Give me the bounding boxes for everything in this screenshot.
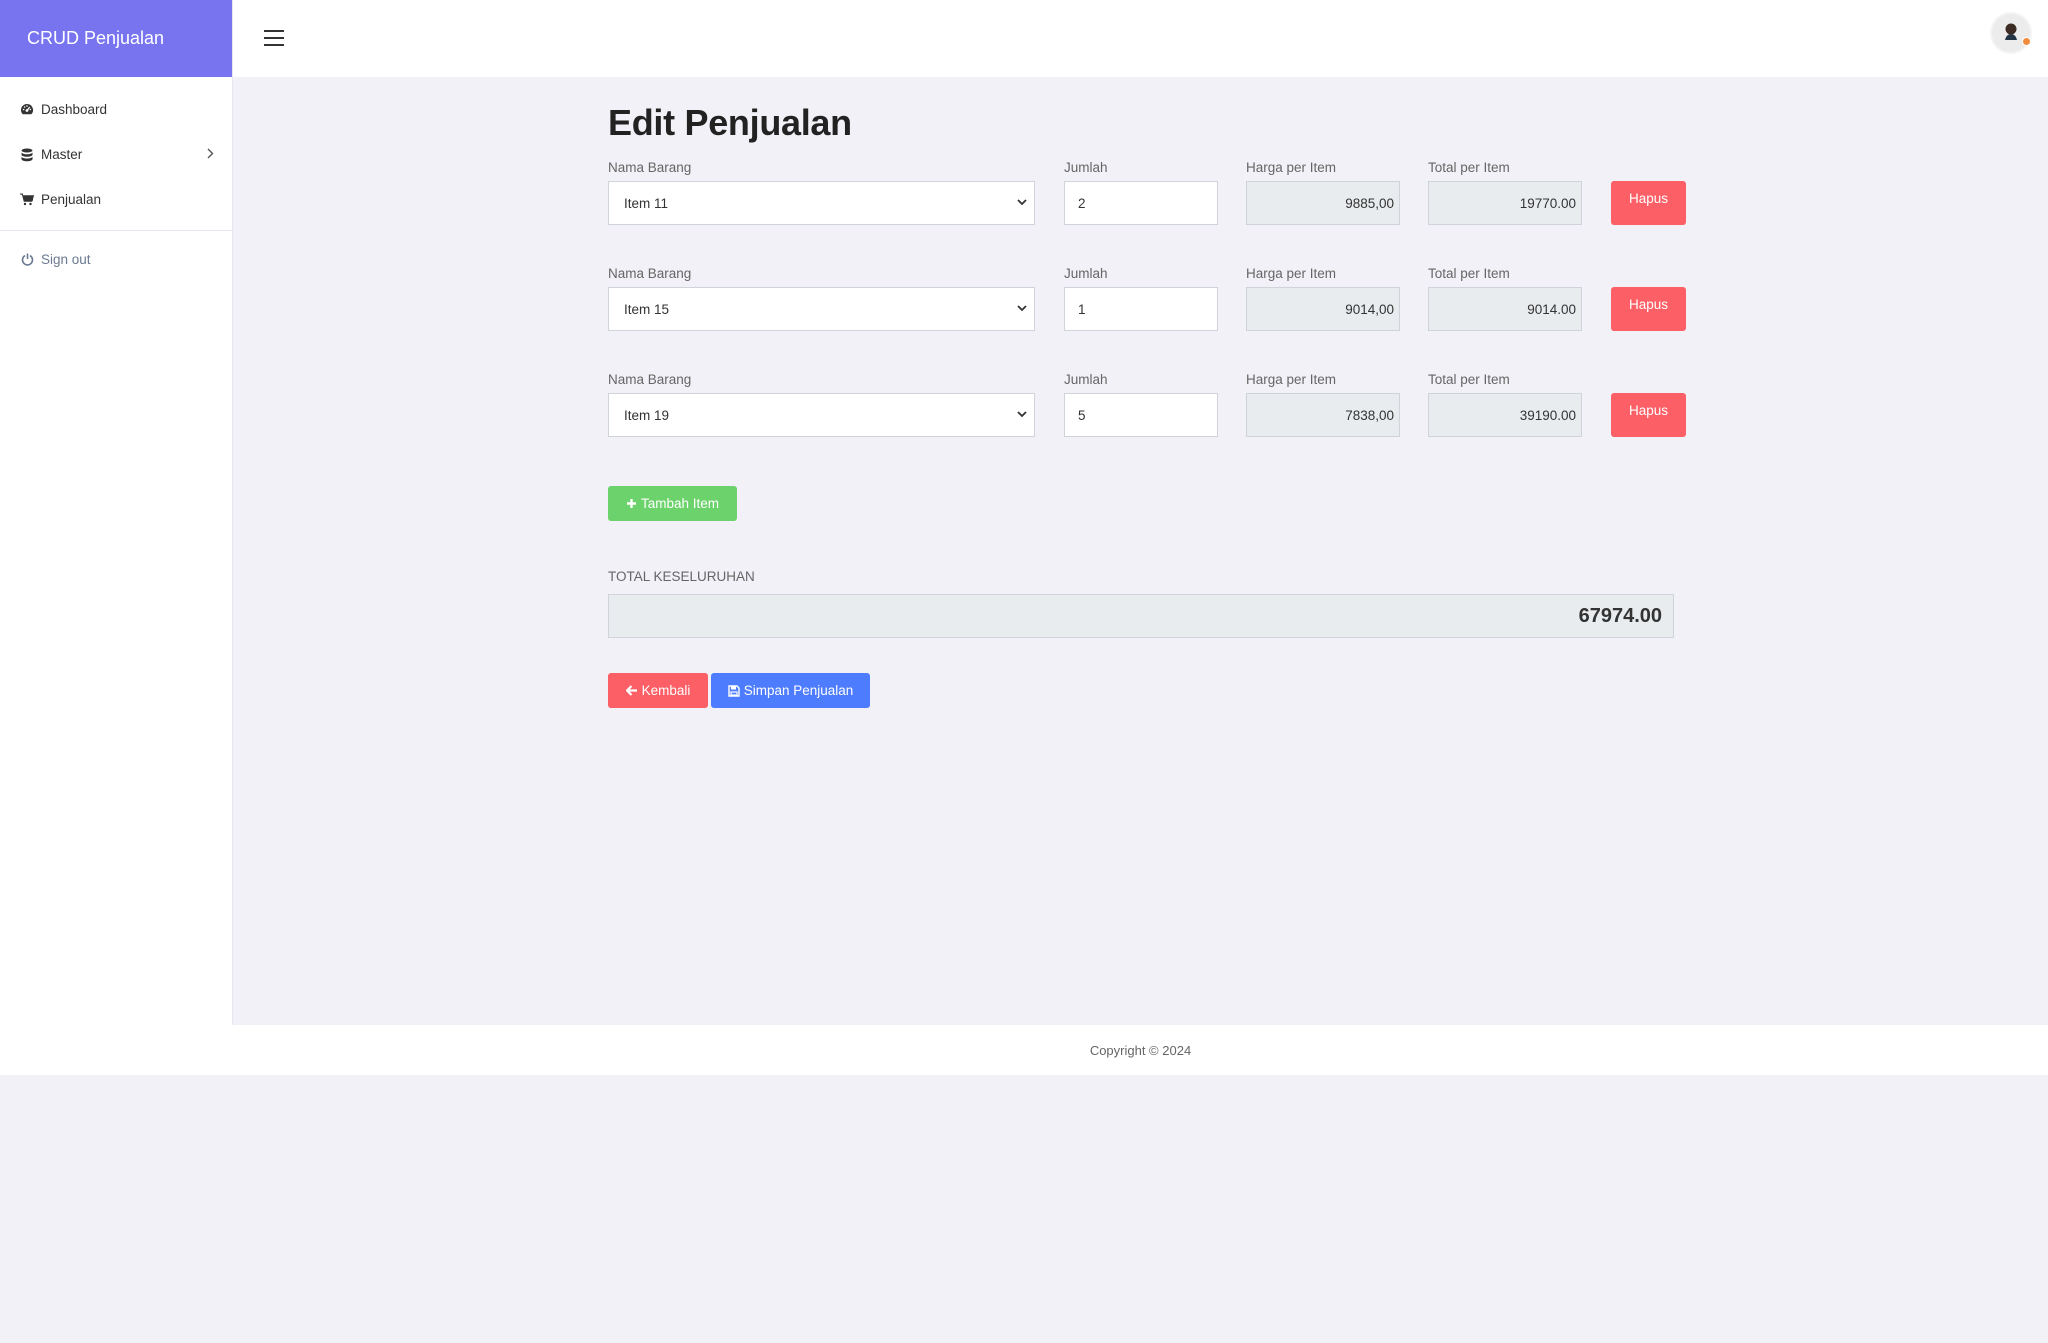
sidebar-item-dashboard[interactable]: Dashboard xyxy=(0,87,232,132)
sidebar: CRUD Penjualan Dashboard Master Penjuala… xyxy=(0,0,233,1025)
chevron-down-icon xyxy=(1016,408,1028,423)
delete-label: Hapus xyxy=(1628,297,1669,312)
item-total-value: 19770.00 xyxy=(1519,195,1576,211)
save-label: Simpan Penjualan xyxy=(743,683,854,698)
jumlah-label: Jumlah xyxy=(1064,372,1108,387)
quantity-input[interactable]: 1 xyxy=(1064,287,1218,331)
quantity-input[interactable]: 5 xyxy=(1064,393,1218,437)
item-total-field: 9014.00 xyxy=(1428,287,1582,331)
delete-item-button[interactable]: Hapus xyxy=(1611,181,1686,225)
price-value: 9885,00 xyxy=(1345,195,1394,211)
delete-label: Hapus xyxy=(1628,403,1669,418)
price-value: 7838,00 xyxy=(1345,407,1394,423)
form-actions: Kembali Simpan Penjualan xyxy=(608,673,1688,708)
status-dot xyxy=(2022,37,2031,46)
add-item-button[interactable]: Tambah Item xyxy=(608,486,737,521)
item-row: Nama Barang Jumlah Harga per Item Total … xyxy=(608,160,1688,266)
item-select-value: Item 19 xyxy=(624,407,670,423)
total-label: Total per Item xyxy=(1428,372,1510,387)
back-label: Kembali xyxy=(641,683,691,698)
jumlah-label: Jumlah xyxy=(1064,266,1108,281)
quantity-value: 5 xyxy=(1078,407,1086,423)
delete-item-button[interactable]: Hapus xyxy=(1611,393,1686,437)
sidebar-item-penjualan[interactable]: Penjualan xyxy=(0,177,232,222)
quantity-value: 2 xyxy=(1078,195,1086,211)
item-select-value: Item 11 xyxy=(624,195,669,211)
sidebar-item-label: Penjualan xyxy=(41,192,102,207)
back-button[interactable]: Kembali xyxy=(608,673,708,708)
item-row: Nama Barang Jumlah Harga per Item Total … xyxy=(608,372,1688,478)
save-button[interactable]: Simpan Penjualan xyxy=(711,673,870,708)
harga-label: Harga per Item xyxy=(1246,372,1337,387)
database-icon xyxy=(20,148,34,162)
sidebar-item-label: Dashboard xyxy=(41,102,108,117)
item-total-field: 39190.00 xyxy=(1428,393,1582,437)
harga-label: Harga per Item xyxy=(1246,266,1337,281)
item-total-value: 9014.00 xyxy=(1527,301,1576,317)
sidebar-item-label: Master xyxy=(41,147,83,162)
jumlah-label: Jumlah xyxy=(1064,160,1108,175)
hamburger-menu-icon[interactable] xyxy=(262,28,286,48)
sidebar-divider xyxy=(0,230,232,231)
item-total-field: 19770.00 xyxy=(1428,181,1582,225)
tachometer-icon xyxy=(20,103,34,117)
power-icon xyxy=(20,253,34,267)
main-content: Edit Penjualan Nama Barang Jumlah Harga … xyxy=(608,102,1688,708)
item-row: Nama Barang Jumlah Harga per Item Total … xyxy=(608,266,1688,372)
item-select[interactable]: Item 11 xyxy=(608,181,1035,225)
harga-label: Harga per Item xyxy=(1246,160,1337,175)
item-select[interactable]: Item 19 xyxy=(608,393,1035,437)
page-title: Edit Penjualan xyxy=(608,102,852,143)
chevron-down-icon xyxy=(1016,302,1028,317)
avatar[interactable] xyxy=(1992,14,2031,52)
total-label: Total per Item xyxy=(1428,160,1510,175)
item-total-value: 39190.00 xyxy=(1519,407,1576,423)
brand-title[interactable]: CRUD Penjualan xyxy=(0,0,232,77)
add-item-label: Tambah Item xyxy=(640,496,720,511)
item-select-value: Item 15 xyxy=(624,301,670,317)
user-avatar-icon xyxy=(1992,14,2030,52)
grand-total-label: TOTAL KESELURUHAN xyxy=(608,569,755,584)
sidebar-item-master[interactable]: Master xyxy=(0,132,232,177)
arrow-left-icon xyxy=(625,685,637,696)
nama-barang-label: Nama Barang xyxy=(608,266,692,281)
price-field: 7838,00 xyxy=(1246,393,1400,437)
topbar xyxy=(233,0,2048,77)
cart-icon xyxy=(20,193,34,207)
delete-item-button[interactable]: Hapus xyxy=(1611,287,1686,331)
quantity-input[interactable]: 2 xyxy=(1064,181,1218,225)
quantity-value: 1 xyxy=(1078,301,1086,317)
signout-label: Sign out xyxy=(41,252,91,267)
chevron-right-icon xyxy=(206,147,214,162)
grand-total-value: 67974.00 xyxy=(1578,604,1662,627)
price-field: 9014,00 xyxy=(1246,287,1400,331)
item-select[interactable]: Item 15 xyxy=(608,287,1035,331)
price-field: 9885,00 xyxy=(1246,181,1400,225)
signout-link[interactable]: Sign out xyxy=(0,237,232,282)
save-icon xyxy=(728,684,740,697)
delete-label: Hapus xyxy=(1628,191,1669,206)
plus-icon xyxy=(626,499,636,508)
copyright-text: Copyright © 2024 xyxy=(1089,1042,1192,1058)
sidebar-nav: Dashboard Master Penjualan xyxy=(0,77,232,222)
total-label: Total per Item xyxy=(1428,266,1510,281)
chevron-down-icon xyxy=(1016,196,1028,211)
nama-barang-label: Nama Barang xyxy=(608,372,692,387)
grand-total-field: 67974.00 xyxy=(608,594,1674,638)
nama-barang-label: Nama Barang xyxy=(608,160,692,175)
price-value: 9014,00 xyxy=(1345,301,1394,317)
footer: Copyright © 2024 xyxy=(0,1025,2048,1075)
item-rows: Nama Barang Jumlah Harga per Item Total … xyxy=(608,160,1688,478)
